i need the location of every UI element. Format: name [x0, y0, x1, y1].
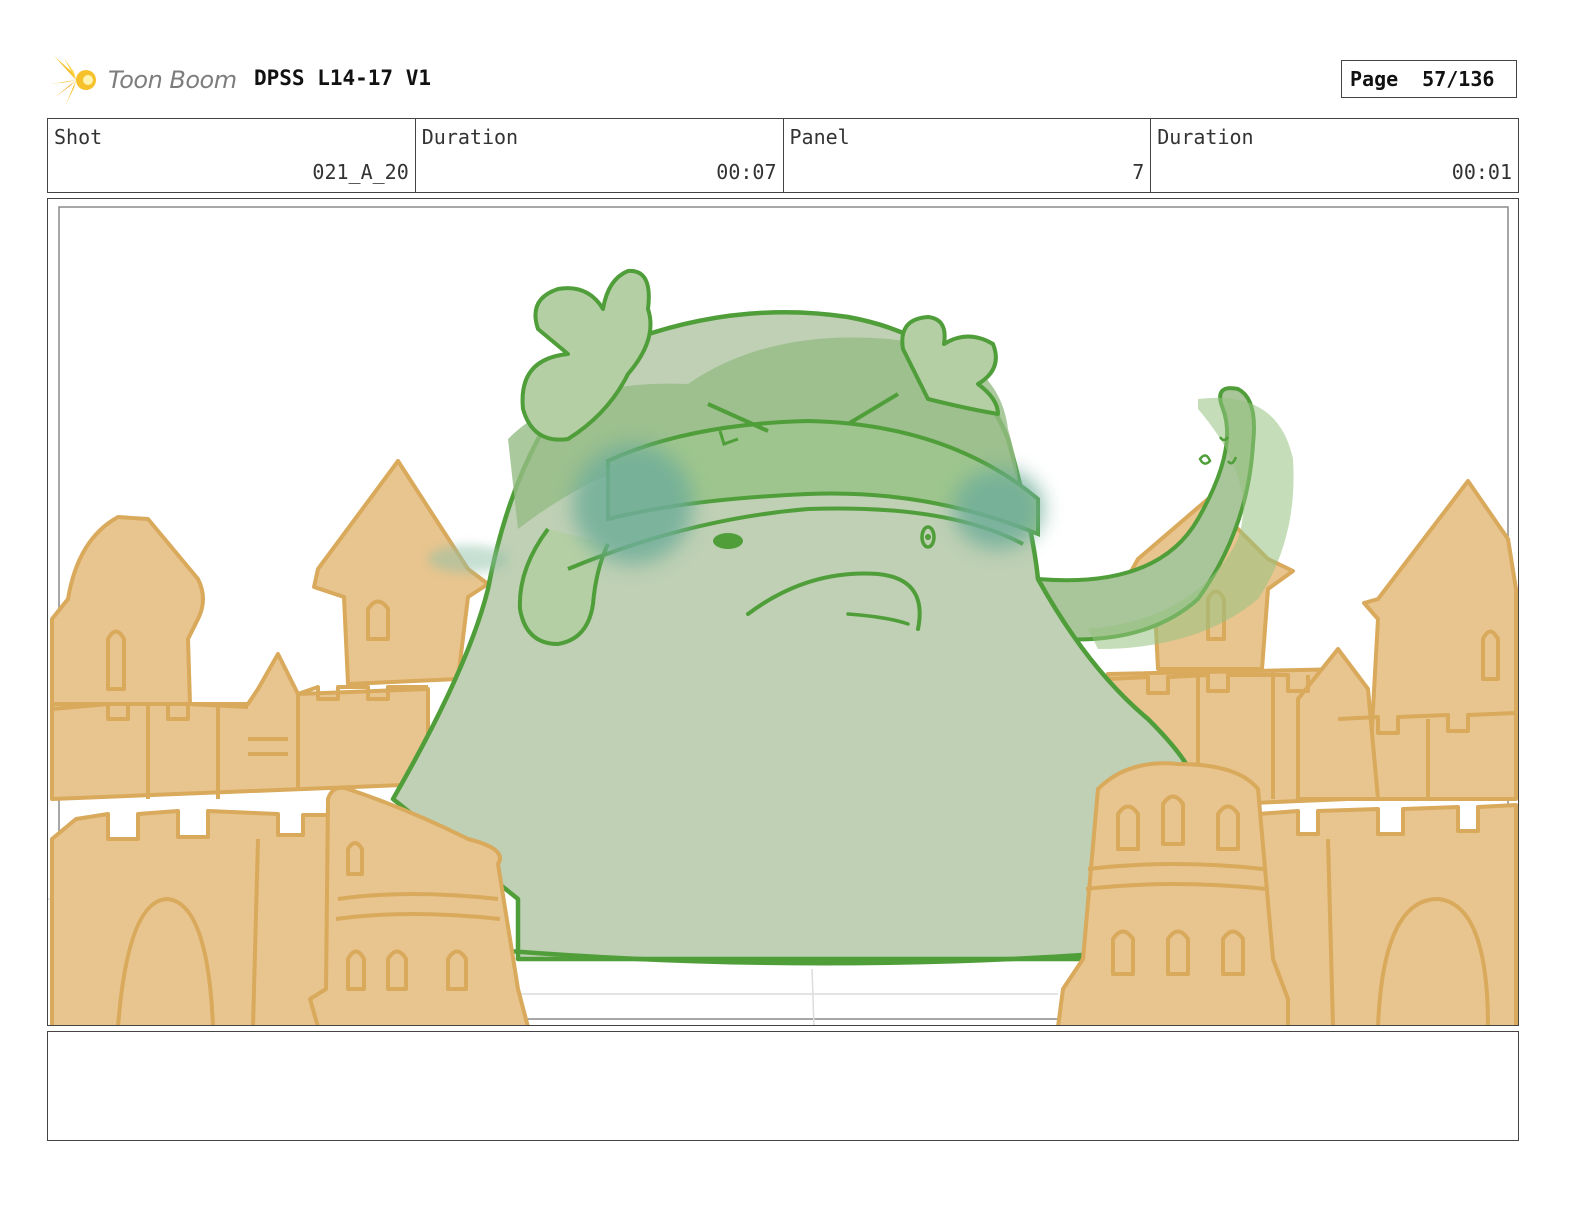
page-number: 57/136: [1422, 67, 1495, 91]
shot-info-table: Shot 021_A_20 Duration 00:07 Panel 7 Dur…: [47, 118, 1519, 193]
tear-right: [953, 469, 1043, 549]
panel-sketch: [48, 206, 1518, 1025]
panel-notes-box[interactable]: [47, 1031, 1519, 1141]
tear-left: [573, 444, 693, 564]
panel-label: Panel: [789, 125, 850, 149]
shot-duration-value: 00:07: [716, 160, 777, 184]
panel-cell: Panel 7: [784, 119, 1152, 192]
shot-label: Shot: [54, 125, 103, 149]
shot-cell: Shot 021_A_20: [48, 119, 416, 192]
left-eye: [713, 533, 743, 549]
page-indicator: Page 57/136: [1341, 60, 1517, 98]
page-label: Page: [1350, 67, 1399, 91]
panel-duration-label: Duration: [1157, 125, 1254, 149]
toon-boom-logo: Toon Boom: [50, 54, 237, 106]
storyboard-panel: [47, 198, 1519, 1026]
logo-text: Toon Boom: [108, 66, 237, 94]
panel-value: 7: [1132, 160, 1145, 184]
shot-duration-label: Duration: [421, 125, 519, 149]
project-title: DPSS L14-17 V1: [254, 66, 432, 90]
sunburst-icon: [50, 56, 96, 104]
panel-duration-cell: Duration 00:01: [1151, 119, 1518, 192]
shot-value: 021_A_20: [312, 160, 409, 184]
panel-duration-value: 00:01: [1451, 160, 1512, 184]
shot-duration-cell: Duration 00:07: [416, 119, 784, 192]
